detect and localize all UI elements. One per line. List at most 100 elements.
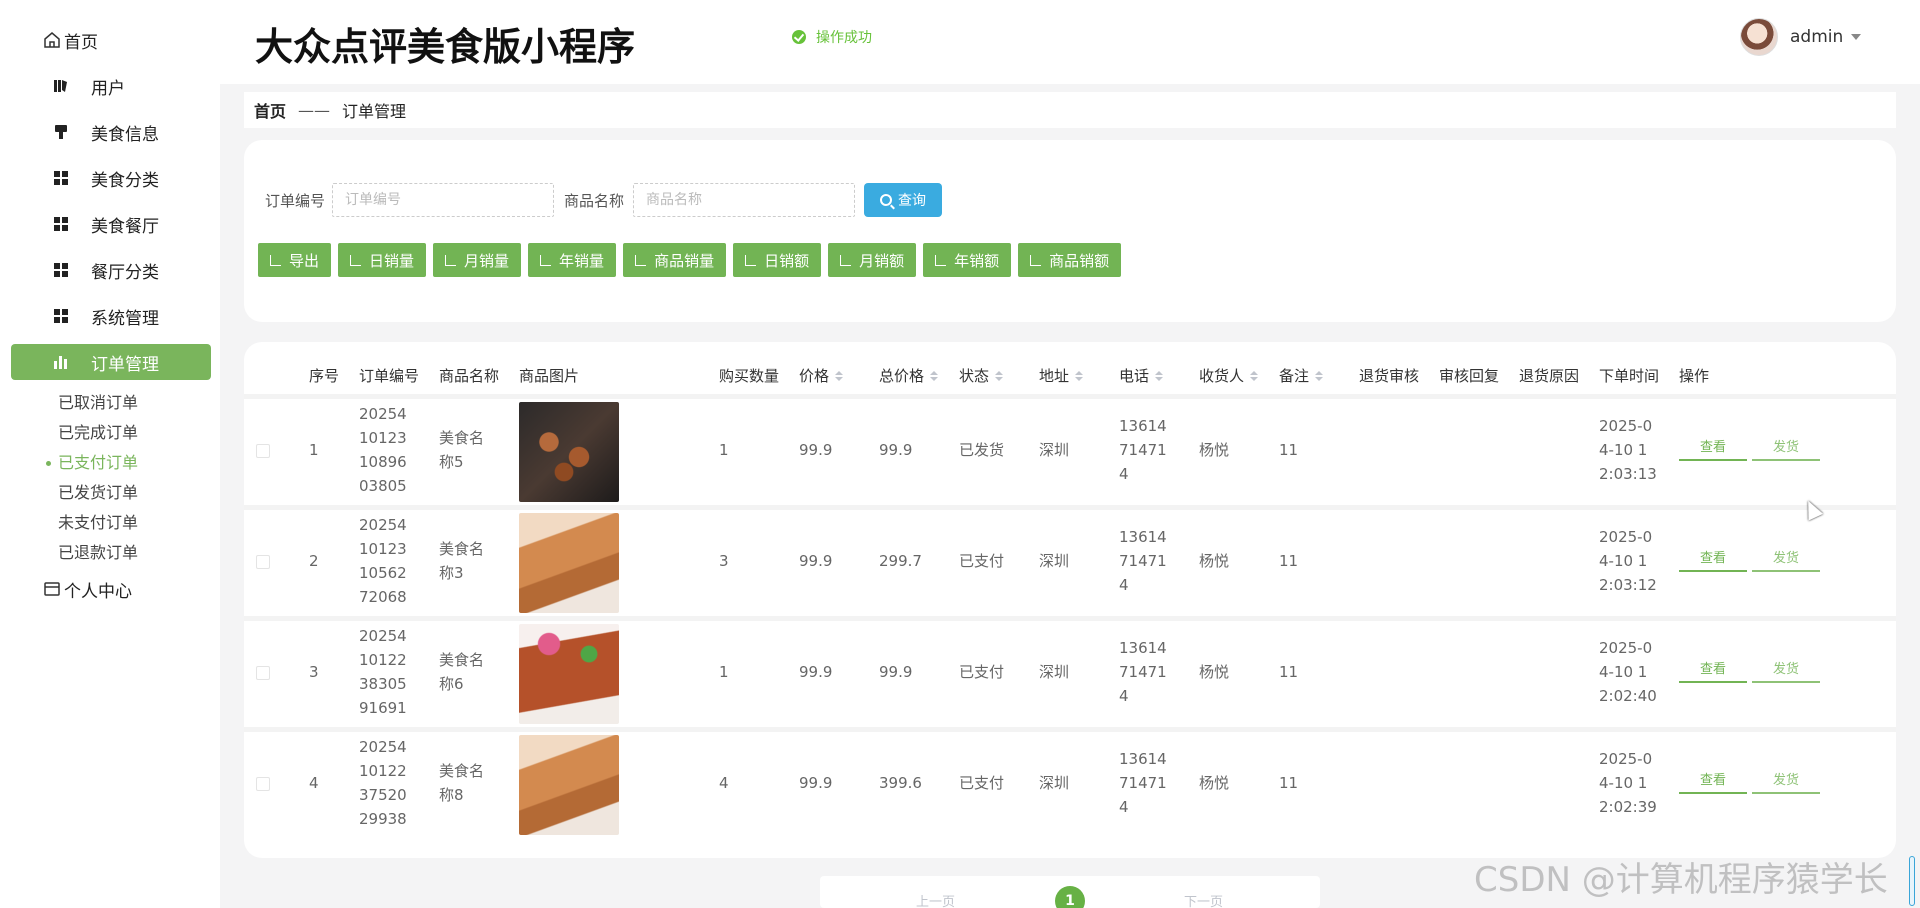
grid-icon [54, 171, 68, 185]
col-header-order-no: 订单编号 [359, 365, 419, 386]
view-button[interactable]: 查看 [1679, 550, 1747, 572]
col-header-remark[interactable]: 备注 [1279, 365, 1324, 386]
goods-image[interactable] [519, 513, 619, 613]
ship-button[interactable]: 发货 [1752, 439, 1820, 461]
line-chart-icon [745, 254, 757, 266]
query-button[interactable]: 查询 [864, 183, 942, 217]
col-header-address[interactable]: 地址 [1039, 365, 1084, 386]
col-header-total[interactable]: 总价格 [879, 365, 939, 386]
cell-order-time: 2025-04-10 12:03:13 [1599, 416, 1657, 483]
sort-icon[interactable] [1155, 370, 1164, 381]
goods-image[interactable] [519, 402, 619, 502]
col-header-price[interactable]: 价格 [799, 365, 844, 386]
monthly-sales-amount-button[interactable]: 月销额 [828, 243, 917, 277]
row-checkbox[interactable] [256, 555, 270, 569]
ship-button[interactable]: 发货 [1752, 772, 1820, 794]
cell-address: 深圳 [1039, 773, 1070, 792]
yearly-sales-volume-button[interactable]: 年销量 [528, 243, 617, 277]
cell-quantity: 1 [719, 440, 729, 459]
submenu-unpaid-orders[interactable]: 未支付订单 [58, 511, 138, 535]
daily-sales-volume-button[interactable]: 日销量 [338, 243, 427, 277]
page-number-current[interactable]: 1 [1055, 886, 1085, 908]
cell-status: 已支付 [959, 773, 1005, 792]
sidebar-item-users[interactable]: 用户 [11, 68, 211, 104]
col-header-audit-reply: 审核回复 [1439, 365, 1499, 386]
line-chart-icon [350, 254, 362, 266]
sidebar-item-profile[interactable]: 个人中心 [11, 571, 211, 607]
goods-image[interactable] [519, 624, 619, 724]
sidebar-item-home[interactable]: 首页 [11, 22, 211, 58]
user-name[interactable]: admin [1790, 27, 1843, 47]
view-button[interactable]: 查看 [1679, 439, 1747, 461]
header-label: 购买数量 [719, 367, 780, 385]
goods-image[interactable] [519, 735, 619, 835]
button-label: 日销额 [764, 251, 810, 270]
export-icon [270, 254, 281, 266]
cell-order-no: 20254 10122 37520 29938 [359, 737, 407, 828]
sort-icon[interactable] [835, 370, 844, 381]
submenu-paid-orders[interactable]: 已支付订单 [46, 451, 138, 475]
sidebar-item-orders[interactable]: 订单管理 [11, 344, 211, 380]
col-header-receiver[interactable]: 收货人 [1199, 365, 1259, 386]
button-label: 年销额 [954, 251, 1000, 270]
goods-name-input[interactable] [633, 183, 855, 217]
cell-total: 399.6 [879, 773, 922, 792]
cell-address: 深圳 [1039, 662, 1070, 681]
sort-icon[interactable] [1315, 370, 1324, 381]
ship-button[interactable]: 发货 [1752, 550, 1820, 572]
avatar[interactable] [1740, 18, 1778, 56]
col-header-goods-name: 商品名称 [439, 365, 499, 386]
cell-total: 99.9 [879, 662, 913, 681]
ship-button[interactable]: 发货 [1752, 661, 1820, 683]
sidebar-item-restaurant[interactable]: 美食餐厅 [11, 206, 211, 242]
view-button[interactable]: 查看 [1679, 661, 1747, 683]
table-row: 4 20254 10122 37520 29938 美食名称8 4 99.9 3… [244, 727, 1896, 835]
grid-icon [54, 309, 68, 323]
cell-goods-name: 美食名称8 [439, 761, 485, 804]
sidebar-item-food-info[interactable]: 美食信息 [11, 114, 211, 150]
cell-quantity: 3 [719, 551, 729, 570]
yearly-sales-amount-button[interactable]: 年销额 [923, 243, 1012, 277]
sort-icon[interactable] [995, 370, 1004, 381]
user-icon [54, 80, 67, 92]
sort-icon[interactable] [1250, 370, 1259, 381]
prev-page-button[interactable]: 上一页 [916, 891, 955, 908]
sidebar-item-food-category[interactable]: 美食分类 [11, 160, 211, 196]
header-label: 备注 [1279, 367, 1310, 385]
next-page-button[interactable]: 下一页 [1184, 891, 1223, 908]
monthly-sales-volume-button[interactable]: 月销量 [433, 243, 522, 277]
cell-order-no: 20254 10123 10896 03805 [359, 404, 407, 495]
sort-icon[interactable] [1075, 370, 1084, 381]
submenu-refunded-orders[interactable]: 已退款订单 [58, 541, 138, 565]
cell-receiver: 杨悦 [1199, 662, 1230, 681]
breadcrumb-home[interactable]: 首页 [254, 98, 286, 122]
user-menu[interactable]: admin [1740, 18, 1862, 56]
col-header-phone[interactable]: 电话 [1119, 365, 1164, 386]
view-button[interactable]: 查看 [1679, 772, 1747, 794]
cell-order-time: 2025-04-10 12:02:40 [1599, 638, 1657, 705]
submenu-shipped-orders[interactable]: 已发货订单 [58, 481, 138, 505]
submenu-cancelled-orders[interactable]: 已取消订单 [58, 391, 138, 415]
toast-text: 操作成功 [816, 30, 872, 46]
goods-sales-volume-button[interactable]: 商品销量 [623, 243, 727, 277]
breadcrumb-separator: —— [298, 100, 331, 120]
line-chart-icon [540, 254, 552, 266]
cell-index: 2 [309, 551, 319, 570]
sort-icon[interactable] [930, 370, 939, 381]
sidebar-item-system[interactable]: 系统管理 [11, 298, 211, 334]
goods-sales-amount-button[interactable]: 商品销额 [1018, 243, 1122, 277]
submenu-completed-orders[interactable]: 已完成订单 [58, 421, 138, 445]
cell-order-time: 2025-04-10 12:03:12 [1599, 527, 1657, 594]
caret-down-icon[interactable] [1851, 34, 1862, 40]
header-label: 价格 [799, 367, 830, 385]
export-button[interactable]: 导出 [258, 243, 332, 277]
sidebar-item-restaurant-category[interactable]: 餐厅分类 [11, 252, 211, 288]
row-checkbox[interactable] [256, 777, 270, 791]
row-checkbox[interactable] [256, 666, 270, 680]
scrollbar-handle[interactable] [1909, 856, 1915, 906]
col-header-status[interactable]: 状态 [959, 365, 1004, 386]
order-no-input[interactable] [332, 183, 554, 217]
daily-sales-amount-button[interactable]: 日销额 [733, 243, 822, 277]
col-header-quantity: 购买数量 [719, 365, 779, 386]
row-checkbox[interactable] [256, 444, 270, 458]
